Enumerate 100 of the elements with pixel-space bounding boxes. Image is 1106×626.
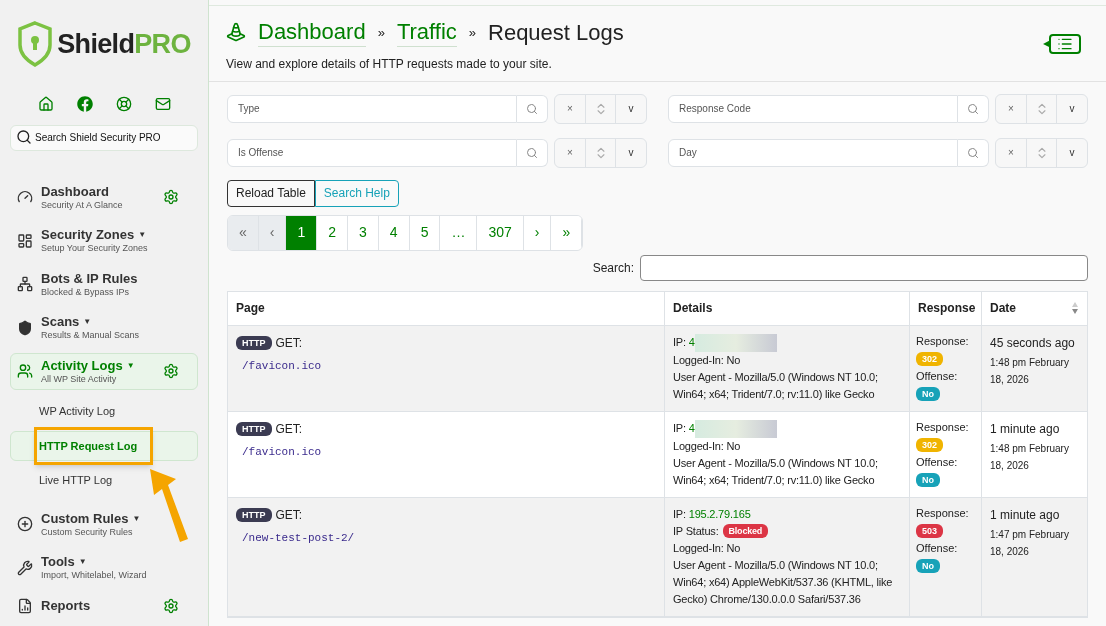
dropdown-button[interactable]: v [1057, 94, 1087, 123]
clear-button[interactable]: × [555, 138, 586, 167]
relative-time: 1 minute ago [990, 420, 1061, 438]
lifebuoy-icon[interactable] [115, 96, 132, 112]
network-icon [17, 276, 33, 293]
nav-title: Dashboard [41, 183, 109, 200]
clear-button[interactable]: × [555, 94, 586, 123]
page-link[interactable]: 307 [477, 215, 524, 250]
tools-icon [17, 559, 33, 576]
request-method: GET: [275, 334, 303, 352]
page-link[interactable]: 5 [409, 215, 441, 250]
page-link[interactable]: 3 [348, 215, 379, 250]
clear-button[interactable]: × [996, 138, 1027, 167]
page-link[interactable]: 4 [378, 215, 410, 250]
nav-subitem[interactable]: Live HTTP Log [10, 465, 198, 496]
user-agent: User Agent - Mozilla/5.0 (Windows NT 10.0; Win64; x64; Trident/7.0; rv:11.0) like Gecko [673, 455, 879, 488]
table-search-field[interactable] [640, 254, 1088, 281]
search-field[interactable]: Search Shield Security PRO [10, 124, 198, 151]
grid-icon [17, 232, 33, 249]
nav-title: Activity Logs [41, 357, 123, 374]
breadcrumb-link[interactable]: Traffic [396, 18, 457, 47]
reload-button[interactable]: Reload Table [227, 179, 315, 207]
page-link[interactable]: » [551, 215, 583, 250]
breadcrumb-separator: » [377, 23, 385, 42]
home-icon[interactable] [37, 96, 54, 112]
request-path: /favicon.ico [242, 358, 323, 374]
timestamp: 1:47 pm February 18, 2026 [990, 527, 1070, 559]
list-icon [1055, 36, 1075, 52]
filter-search-button[interactable] [517, 138, 548, 167]
mail-icon[interactable] [154, 96, 171, 112]
page-link[interactable]: 2 [317, 215, 349, 250]
dropdown-button[interactable]: v [1057, 138, 1087, 167]
search-icon [16, 129, 32, 145]
nav-item[interactable]: Custom Rules ▼ Custom Security Rules [10, 505, 198, 543]
nav-subtitle: Security At A Glance [41, 199, 124, 211]
search-icon [967, 102, 979, 115]
request-path: /favicon.ico [242, 444, 323, 460]
filter-search-button[interactable] [958, 138, 989, 167]
sort-icon[interactable] [1071, 301, 1079, 315]
nav-item[interactable]: Reports [10, 592, 198, 619]
nav-item[interactable]: Tools ▼ Import, Whitelabel, Wizard [10, 549, 198, 587]
offense-label: Offense: [916, 368, 958, 384]
nav-item[interactable]: Bots & IP Rules Blocked & Bypass IPs [10, 265, 198, 303]
filter-field[interactable]: Day [668, 138, 958, 167]
timestamp: 1:48 pm February 18, 2026 [990, 441, 1070, 473]
protocol-tag: HTTP [236, 421, 272, 436]
page-description: View and explore details of HTTP requests made to your site. [226, 55, 553, 73]
user-agent: User Agent - Mozilla/5.0 (Windows NT 10.0; Win64; x64) AppleWebKit/537.36 (KHTML, like Gecko) Chrome/130.0.0.0 Safari/537.36 [673, 557, 894, 607]
offense-tag: No [916, 386, 940, 401]
clear-button[interactable]: × [996, 94, 1027, 123]
filter-search-button[interactable] [517, 94, 548, 123]
settings-icon[interactable] [163, 597, 179, 614]
nav-title: Security Zones [41, 227, 135, 244]
response-code-tag: 302 [916, 351, 944, 366]
nav-item[interactable]: Activity Logs ▼ All WP Site Activity [10, 352, 198, 390]
response-label: Response: [916, 333, 969, 349]
settings-icon[interactable] [163, 363, 179, 380]
response-code-tag: 503 [916, 523, 944, 538]
filter-search-button[interactable] [958, 94, 989, 123]
shield-logo-icon [17, 21, 54, 67]
filter-field[interactable]: Is Offense [227, 138, 517, 167]
ip-address: IP: 195.2.79.165 [673, 506, 751, 522]
caret-icon: ▼ [132, 513, 141, 524]
breadcrumb-separator: » [468, 23, 476, 42]
offense-tag: No [916, 472, 940, 487]
request-method: GET: [275, 506, 303, 524]
search-icon [526, 102, 538, 115]
dropdown-button[interactable]: v [616, 138, 646, 167]
filter-field[interactable]: Response Code [668, 94, 958, 123]
page-link[interactable]: … [440, 215, 478, 250]
page-link[interactable]: 1 [286, 215, 318, 250]
nav-subitem[interactable]: WP Activity Log [10, 396, 198, 427]
status-tag: Blocked [722, 524, 769, 538]
users-icon [17, 363, 33, 380]
column-header[interactable]: Date [982, 291, 1087, 325]
ip-address: IP: 4 [673, 335, 695, 350]
dropdown-button[interactable]: v [616, 94, 646, 123]
search-label: Search: [592, 259, 634, 277]
filter-field[interactable]: Type [227, 94, 517, 123]
collapse-arrow-icon: ◀ [1043, 38, 1049, 50]
user-agent: User Agent - Mozilla/5.0 (Windows NT 10.0; Win64; x64; Trident/7.0; rv:11.0) like Gecko [673, 369, 879, 402]
nav-subitem[interactable]: HTTP Request Log [10, 430, 198, 461]
search-icon [967, 146, 979, 159]
nav-item[interactable]: Security Zones ▼ Setup Your Security Zones [10, 222, 198, 260]
settings-icon[interactable] [163, 189, 179, 206]
login-status: Logged-In: No [673, 540, 742, 556]
nav-item[interactable]: Dashboard Security At A Glance [10, 178, 198, 216]
caret-icon: ▼ [83, 317, 92, 328]
nav-subtitle: All WP Site Activity [41, 373, 118, 385]
nav-title: Reports [41, 597, 91, 614]
nav-item[interactable]: Scans ▼ Results & Manual Scans [10, 309, 198, 347]
toggle-list-button[interactable] [1049, 34, 1081, 54]
logo-text: ShieldPRO [57, 27, 191, 61]
nav-title: Custom Rules [41, 510, 129, 527]
breadcrumb-link[interactable]: Dashboard [258, 18, 366, 47]
facebook-icon[interactable] [76, 96, 93, 112]
ip-address: IP: 4 [673, 421, 695, 436]
page-link[interactable]: › [523, 215, 552, 250]
nav-subtitle: Blocked & Bypass IPs [41, 286, 131, 298]
protocol-tag: HTTP [236, 335, 272, 350]
